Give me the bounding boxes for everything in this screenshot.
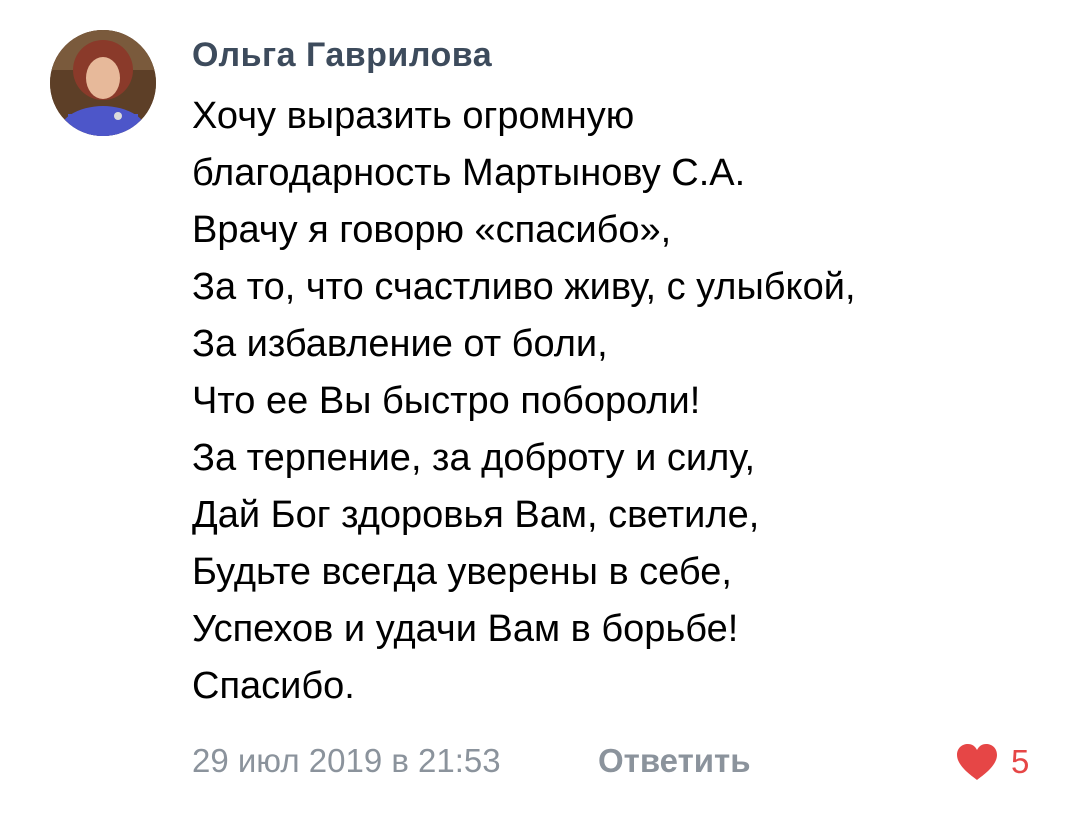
like-button[interactable]: 5 <box>955 740 1029 784</box>
comment-line: Дай Бог здоровья Вам, светиле, <box>192 494 760 536</box>
comment-line: Хочу выразить огромную <box>192 95 635 137</box>
comment-line: За то, что счастливо живу, с улыбкой, <box>192 266 856 308</box>
comment-line: Врачу я говорю «спасибо», <box>192 209 672 251</box>
comment-line: За терпение, за доброту и силу, <box>192 437 756 479</box>
comment-line: Спасибо. <box>192 665 355 707</box>
comment-author[interactable]: Ольга Гаврилова <box>192 36 492 75</box>
comment-line: Что ее Вы быстро побороли! <box>192 380 701 422</box>
comment-line: благодарность Мартынову С.А. <box>192 152 746 194</box>
like-count: 5 <box>1011 743 1030 780</box>
comment: Ольга Гаврилова Хочу выразить огромную б… <box>0 0 1080 813</box>
comment-line: Успехов и удачи Вам в борьбе! <box>192 608 739 650</box>
comment-timestamp[interactable]: 29 июл 2019 в 21:53 <box>192 742 501 780</box>
user-photo-icon <box>50 30 156 136</box>
heart-icon <box>957 744 997 780</box>
comment-line: За избавление от боли, <box>192 323 608 365</box>
reply-button[interactable]: Ответить <box>598 742 751 780</box>
comment-text: Хочу выразить огромную благодарность Мар… <box>192 88 1052 715</box>
comment-line: Будьте всегда уверены в себе, <box>192 551 732 593</box>
avatar[interactable] <box>50 30 156 136</box>
